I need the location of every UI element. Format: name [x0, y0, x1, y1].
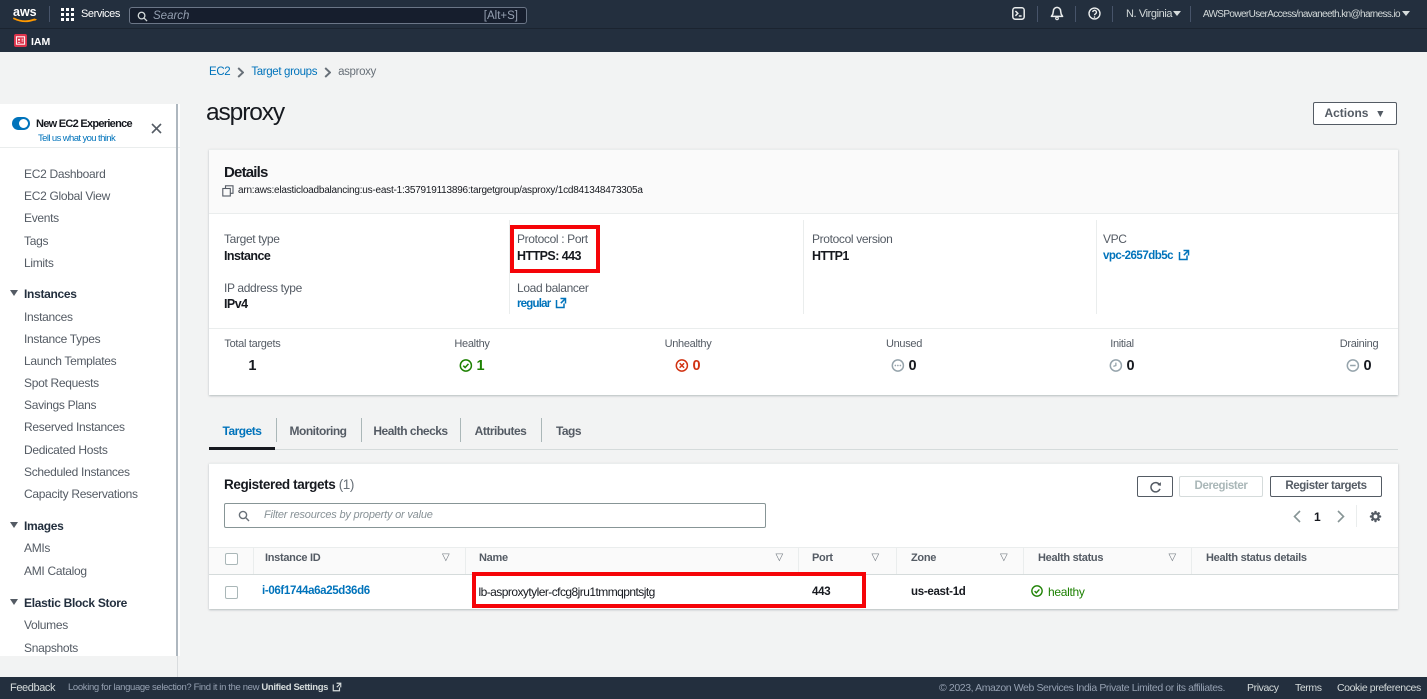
- svg-text:aws: aws: [13, 5, 37, 19]
